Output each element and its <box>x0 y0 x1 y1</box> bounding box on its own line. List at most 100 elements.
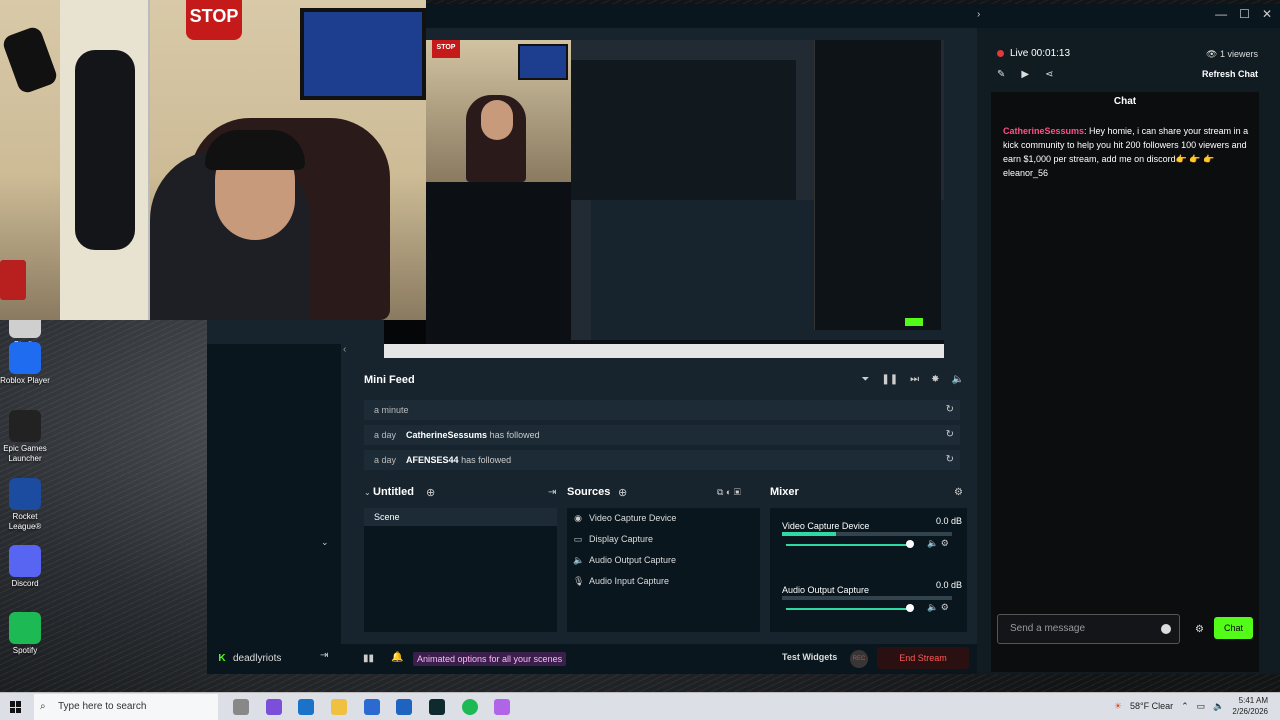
store-icon[interactable] <box>364 699 380 715</box>
stream-preview[interactable]: STOP <box>384 40 944 358</box>
preview-webcam: STOP <box>426 40 571 182</box>
feed-user: CatherineSessums <box>406 430 488 440</box>
source-item[interactable]: 🔈 Audio Output Capture <box>567 550 760 571</box>
mixer-db: 0.0 dB <box>935 516 962 526</box>
source-item[interactable]: ▭ Display Capture <box>567 529 760 550</box>
live-dot-icon <box>997 50 1004 57</box>
source-settings-icon[interactable]: ⚙ <box>941 538 949 548</box>
volume-slider[interactable] <box>786 544 908 546</box>
app-taskbar-icon[interactable] <box>494 699 510 715</box>
preview-chat-button <box>905 318 923 326</box>
mini-feed: Mini Feed ⏷ ❚❚ ⏭ ✸ 🔈 a minute ↻ a day Cath… <box>364 370 964 470</box>
scene-collection-chevron-icon[interactable]: ⌄ <box>364 488 371 497</box>
mini-feed-title: Mini Feed <box>364 374 415 386</box>
desktop-app-icon <box>9 478 41 510</box>
taskbar-search[interactable]: ⌕ Type here to search <box>34 694 218 720</box>
weather-label[interactable]: 58°F Clear <box>1130 701 1173 711</box>
mute-icon[interactable]: 🔈 <box>927 602 938 612</box>
desktop-icon[interactable]: Discord <box>0 545 50 589</box>
volume-slider-knob[interactable] <box>906 604 914 612</box>
edit-stream-icon[interactable]: ✎ <box>997 69 1005 80</box>
chat-settings-icon[interactable]: ⚙ <box>1195 624 1204 635</box>
minimize-icon[interactable]: — <box>1215 7 1227 21</box>
video-icon[interactable]: ▶ <box>1021 69 1029 80</box>
account-item[interactable]: Kdeadlyriots <box>217 653 281 664</box>
logout-icon[interactable]: ⇥ <box>320 650 328 661</box>
desktop-icon[interactable]: Spotify <box>0 612 50 656</box>
scene-transition-icon[interactable]: ⇥ <box>548 487 556 498</box>
copilot-icon[interactable] <box>266 699 282 715</box>
refresh-chat-button[interactable]: Refresh Chat <box>1202 69 1258 79</box>
camera-icon: ◉ <box>574 513 582 523</box>
speaker-tray-icon[interactable]: 🔈 <box>1213 701 1224 712</box>
maximize-icon[interactable]: ☐ <box>1239 7 1250 21</box>
volume-slider[interactable] <box>786 608 908 610</box>
source-item[interactable]: ◉ Video Capture Device <box>567 508 760 529</box>
chat-input[interactable]: Send a message <box>997 614 1180 644</box>
desktop-icon[interactable]: Epic Games Launcher <box>0 410 50 464</box>
chat-window: Chat CatherineSessums: Hey homie, i can … <box>991 92 1259 672</box>
source-folder-icon[interactable]: ⧉ ◐ ▣ <box>717 487 741 498</box>
webcam-feed: STOP <box>0 0 426 320</box>
mute-alerts-icon[interactable]: ✸ <box>931 374 939 385</box>
edge-icon[interactable] <box>298 699 314 715</box>
feed-row[interactable]: a day AFENSES44 has followed ↻ <box>364 450 960 470</box>
desktop-icon[interactable]: Rocket League® <box>0 478 50 532</box>
spotify-taskbar-icon[interactable] <box>462 699 478 715</box>
file-explorer-icon[interactable] <box>331 699 347 715</box>
alert-bell-icon[interactable]: 🔔 <box>391 652 403 663</box>
live-status: Live 00:01:13 <box>997 48 1070 59</box>
replay-alert-icon[interactable]: ↻ <box>946 425 954 445</box>
clock[interactable]: 5:41 AM 2/26/2026 <box>1232 695 1268 717</box>
chat-send-button[interactable]: Chat <box>1214 617 1253 639</box>
add-scene-icon[interactable]: ⊕ <box>426 486 435 499</box>
replay-alert-icon[interactable]: ↻ <box>946 400 954 420</box>
source-settings-icon[interactable]: ⚙ <box>941 602 949 612</box>
desktop-icon[interactable]: Roblox Player <box>0 342 50 386</box>
streamlabs-taskbar-icon[interactable] <box>429 699 445 715</box>
test-widgets-button[interactable]: Test Widgets <box>782 652 837 662</box>
emoji-icon[interactable] <box>1161 624 1171 634</box>
add-source-icon[interactable]: ⊕ <box>618 486 627 499</box>
clock-date: 2/26/2026 <box>1232 707 1268 716</box>
webcam-stop-sign: STOP <box>186 0 242 40</box>
end-stream-button[interactable]: End Stream <box>877 647 969 669</box>
feed-time: a day <box>374 455 397 465</box>
scene-item[interactable]: Scene <box>364 508 557 526</box>
feed-row[interactable]: a day CatherineSessums has followed ↻ <box>364 425 960 445</box>
volume-slider-knob[interactable] <box>906 540 914 548</box>
feed-action: has followed <box>489 430 540 440</box>
source-label: Audio Input Capture <box>589 576 670 586</box>
preview-nested-app <box>571 60 796 200</box>
stats-icon[interactable]: ▮▮ <box>363 653 374 664</box>
share-icon[interactable]: ⋖ <box>1045 69 1053 80</box>
record-button[interactable]: REC <box>850 650 868 668</box>
mixer-settings-icon[interactable]: ⚙ <box>954 487 963 498</box>
animated-options-link[interactable]: Animated options for all your scenes <box>413 652 567 666</box>
volume-icon[interactable]: 🔈 <box>952 374 964 385</box>
windows-start-icon[interactable] <box>10 701 22 713</box>
desktop-icon-label: Epic Games Launcher <box>3 444 47 463</box>
task-view-icon[interactable] <box>233 699 249 715</box>
source-item[interactable]: 🎙 Audio Input Capture <box>567 571 760 592</box>
sources-title: Sources <box>567 486 611 498</box>
network-icon[interactable]: ▭ <box>1197 701 1206 712</box>
collapse-chat-icon[interactable]: › <box>977 9 980 20</box>
outlook-icon[interactable] <box>396 699 412 715</box>
mute-icon[interactable]: 🔈 <box>927 538 938 548</box>
close-icon[interactable]: ✕ <box>1262 7 1272 21</box>
feed-user: AFENSES44 <box>406 455 459 465</box>
chat-message-user[interactable]: CatherineSessums <box>1003 126 1084 136</box>
tray-chevron-icon[interactable]: ⌃ <box>1181 701 1189 712</box>
feed-time: a day <box>374 430 397 440</box>
preview-collapse-icon[interactable]: ‹ <box>343 344 346 355</box>
skip-icon[interactable]: ⏭ <box>910 374 919 385</box>
monitor-icon: ▭ <box>573 534 583 544</box>
filter-icon[interactable]: ⏷ <box>861 374 869 385</box>
replay-alert-icon[interactable]: ↻ <box>946 450 954 470</box>
desktop-icon-label: Discord <box>11 579 39 588</box>
pause-icon[interactable]: ❚❚ <box>881 374 898 385</box>
dashboard-chevron-icon[interactable]: ⌄ <box>321 537 329 548</box>
editor-dock: ⌄ Untitled ⊕ ⇥ Scene Sources ⊕ ⧉ ◐ ▣ ◉ Vi… <box>364 482 967 632</box>
feed-row[interactable]: a minute ↻ <box>364 400 960 420</box>
